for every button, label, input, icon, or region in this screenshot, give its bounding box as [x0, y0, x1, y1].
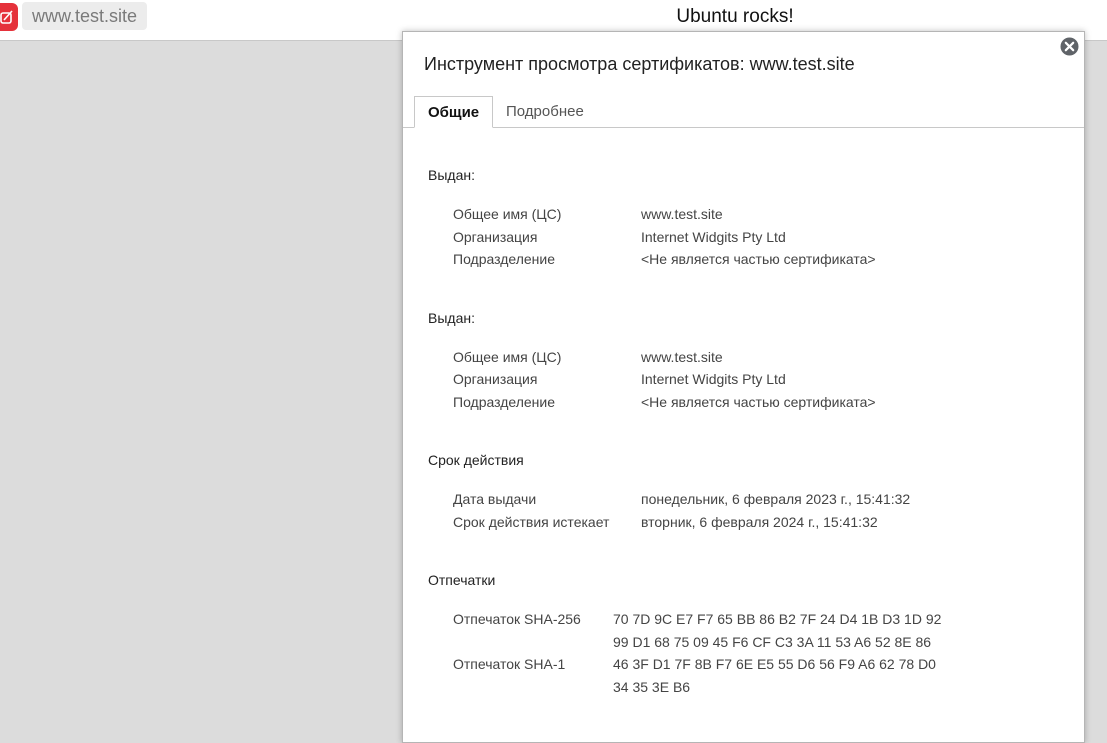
site-security-icon[interactable]: [0, 3, 18, 31]
sha256-value-line2: 99 D1 68 75 09 45 F6 CF C3 3A 11 53 A6 5…: [613, 634, 932, 650]
issued-to-org-label: Организация: [453, 229, 538, 245]
tab-details[interactable]: Подробнее: [493, 96, 597, 126]
sha1-label: Отпечаток SHA-1: [453, 656, 566, 672]
close-icon[interactable]: [1060, 37, 1079, 56]
tab-general[interactable]: Общие: [414, 96, 494, 128]
issued-to-ou-label: Подразделение: [453, 251, 556, 267]
address-bar-url[interactable]: www.test.site: [22, 2, 148, 30]
validity-heading: Срок действия: [428, 452, 524, 468]
issued-to-heading: Выдан:: [428, 167, 475, 183]
tab-bar: Общие Подробнее: [403, 96, 1084, 128]
certificate-viewer-dialog: Инструмент просмотра сертификатов: www.t…: [402, 31, 1085, 743]
issued-to-org-value: Internet Widgits Pty Ltd: [641, 229, 786, 245]
page-title: Ubuntu rocks!: [676, 6, 794, 27]
issued-to-cn-value: www.test.site: [641, 206, 723, 222]
issued-by-org-label: Организация: [453, 371, 538, 387]
sha1-value-line2: 34 35 3E B6: [613, 679, 691, 695]
sha256-label: Отпечаток SHA-256: [453, 611, 581, 627]
fingerprints-heading: Отпечатки: [428, 572, 496, 588]
issued-to-ou-value: <Не является частью сертификата>: [641, 251, 876, 267]
issued-by-heading: Выдан:: [428, 310, 475, 326]
issued-by-ou-label: Подразделение: [453, 394, 556, 410]
issue-date-value: понедельник, 6 февраля 2023 г., 15:41:32: [641, 491, 911, 507]
issued-to-cn-label: Общее имя (ЦС): [453, 206, 562, 222]
sha256-value-line1: 70 7D 9C E7 F7 65 BB 86 B2 7F 24 D4 1B D…: [613, 611, 942, 627]
sha1-value-line1: 46 3F D1 7F 8B F7 6E E5 55 D6 56 F9 A6 6…: [613, 656, 936, 672]
dialog-title: Инструмент просмотра сертификатов: www.t…: [424, 54, 855, 74]
issued-by-org-value: Internet Widgits Pty Ltd: [641, 371, 786, 387]
issued-by-cn-label: Общее имя (ЦС): [453, 349, 562, 365]
issue-date-label: Дата выдачи: [453, 491, 537, 507]
issued-by-ou-value: <Не является частью сертификата>: [641, 394, 876, 410]
expiry-date-label: Срок действия истекает: [453, 514, 610, 530]
expiry-date-value: вторник, 6 февраля 2024 г., 15:41:32: [641, 514, 878, 530]
issued-by-cn-value: www.test.site: [641, 349, 723, 365]
